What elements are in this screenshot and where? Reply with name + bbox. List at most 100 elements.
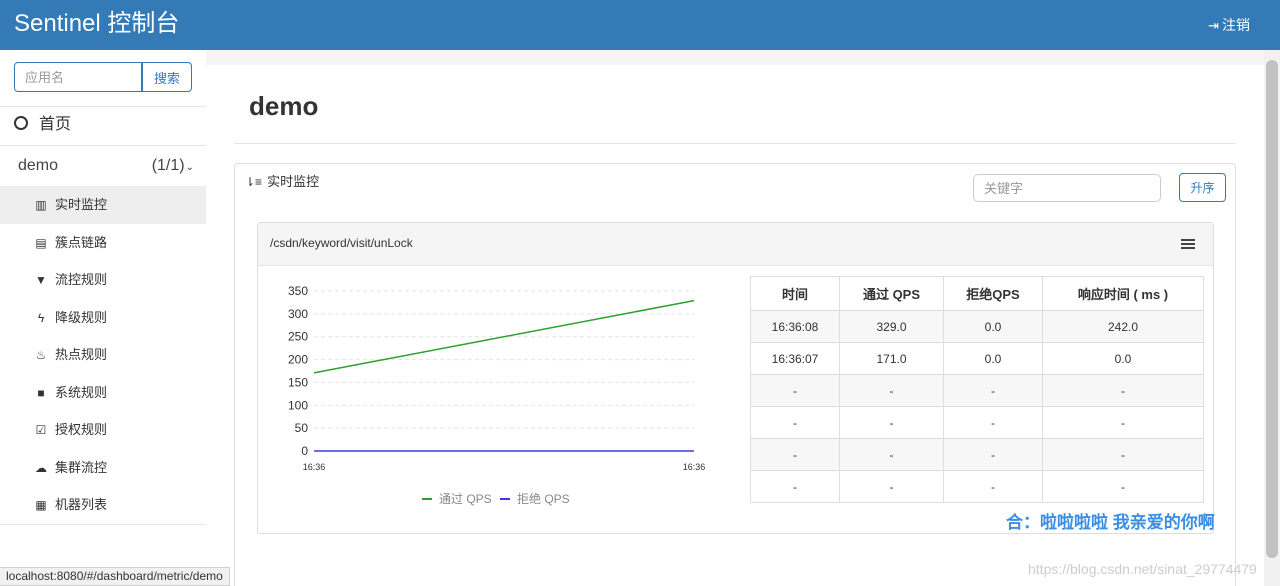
sort-asc-button[interactable]: 升序 bbox=[1179, 173, 1226, 202]
sidebar-item-label: 机器列表 bbox=[55, 497, 108, 512]
bar-chart-icon: ▥ bbox=[35, 198, 47, 212]
sidebar-item-th-list[interactable]: ▦ 机器列表 bbox=[0, 486, 206, 524]
app-menu: ▥ 实时监控 ▤ 簇点链路 ▼ 流控规则 ϟ 降级规则 ♨ 热点规则 ■ 系统规则 ☑ 授权规则 ☁ 集群流控… bbox=[0, 186, 206, 524]
keyword-search-input[interactable] bbox=[973, 174, 1161, 202]
y-tick-label: 350 bbox=[288, 284, 308, 298]
lock-icon: ■ bbox=[37, 385, 45, 400]
resource-name: /csdn/keyword/visit/unLock bbox=[270, 236, 413, 250]
cloud-icon: ☁ bbox=[35, 460, 47, 475]
table-cell: - bbox=[1042, 438, 1204, 471]
dashboard-icon bbox=[14, 116, 28, 130]
sidebar-item-filter[interactable]: ▼ 流控规则 bbox=[0, 261, 206, 299]
filter-icon: ▼ bbox=[35, 273, 47, 287]
column-header: 拒绝QPS bbox=[943, 276, 1043, 311]
table-cell: 329.0 bbox=[839, 310, 944, 343]
y-tick-label: 0 bbox=[301, 444, 308, 458]
logout-label: 注销 bbox=[1222, 17, 1250, 33]
sidebar: 搜索 首页 demo (1/1)⌄ ▥ 实时监控 ▤ 簇点链路 ▼ 流控规则 ϟ 降级规则 ♨ 热… bbox=[0, 50, 206, 586]
main-content: demo ⇂≡实时监控 升序 /csdn/keyword/visit/unLoc… bbox=[206, 65, 1264, 586]
page-title: demo bbox=[249, 91, 319, 121]
y-tick-label: 50 bbox=[295, 421, 309, 435]
sidebar-item-label: 流控规则 bbox=[55, 272, 108, 287]
sign-out-icon: ⇥ bbox=[1208, 18, 1219, 33]
sidebar-item-list[interactable]: ▤ 簇点链路 bbox=[0, 224, 206, 262]
sidebar-item-check[interactable]: ☑ 授权规则 bbox=[0, 411, 206, 449]
y-tick-label: 100 bbox=[288, 398, 308, 412]
sidebar-item-flash[interactable]: ϟ 降级规则 bbox=[0, 299, 206, 337]
y-tick-label: 200 bbox=[288, 353, 308, 367]
table-cell: - bbox=[839, 406, 944, 439]
table-row: 16:36:08 329.0 0.0 242.0 bbox=[750, 310, 1204, 343]
check-icon: ☑ bbox=[35, 423, 47, 437]
watermark-url: https://blog.csdn.net/sinat_29774479 bbox=[1028, 561, 1257, 577]
metrics-table: 时间 通过 QPS 拒绝QPS 响应时间 ( ms ) 16:36:08 329.0 0.… bbox=[750, 276, 1204, 503]
legend-label: 通过 QPS bbox=[439, 492, 492, 506]
sidebar-item-lock[interactable]: ■ 系统规则 bbox=[0, 374, 206, 412]
top-navbar: Sentinel 控制台 ⇥ 注销 bbox=[0, 0, 1280, 50]
home-label: 首页 bbox=[39, 116, 72, 133]
table-cell: - bbox=[750, 406, 840, 439]
app-name: demo bbox=[18, 157, 59, 174]
table-cell: - bbox=[943, 470, 1043, 503]
table-cell: - bbox=[943, 406, 1043, 439]
resource-card: /csdn/keyword/visit/unLock 0 50 100 150 200 2… bbox=[257, 222, 1214, 534]
qps-line-chart: 0 50 100 150 200 250 300 350 16:36 16:36 通过 QPS 拒绝 … bbox=[288, 284, 706, 506]
table-cell: - bbox=[839, 470, 944, 503]
logout-link[interactable]: ⇥ 注销 bbox=[1208, 15, 1250, 36]
resource-card-header: /csdn/keyword/visit/unLock bbox=[258, 223, 1213, 266]
sidebar-item-label: 热点规则 bbox=[55, 347, 108, 362]
sidebar-item-fire[interactable]: ♨ 热点规则 bbox=[0, 336, 206, 374]
table-row: 16:36:07 171.0 0.0 0.0 bbox=[750, 342, 1204, 375]
app-search-button[interactable]: 搜索 bbox=[142, 62, 192, 92]
sidebar-divider bbox=[0, 145, 206, 146]
sort-icon: ⇂≡ bbox=[245, 175, 263, 189]
sidebar-item-home[interactable]: 首页 bbox=[14, 114, 71, 136]
hamburger-menu-icon[interactable] bbox=[1181, 239, 1195, 250]
sidebar-item-bar-chart[interactable]: ▥ 实时监控 bbox=[0, 186, 206, 224]
table-cell: 16:36:08 bbox=[750, 310, 840, 343]
y-tick-label: 250 bbox=[288, 330, 308, 344]
sidebar-item-cloud[interactable]: ☁ 集群流控 bbox=[0, 449, 206, 487]
panel-title: ⇂≡ 实时监控 bbox=[245, 174, 320, 189]
table-cell: - bbox=[750, 438, 840, 471]
column-header: 时间 bbox=[750, 276, 840, 311]
column-header: 响应时间 ( ms ) bbox=[1042, 276, 1204, 311]
table-cell: - bbox=[750, 470, 840, 503]
sidebar-divider bbox=[0, 524, 206, 525]
legend-label: 拒绝 QPS bbox=[517, 491, 570, 506]
table-cell: 242.0 bbox=[1042, 310, 1204, 343]
browser-status-url: localhost:8080/#/dashboard/metric/demo bbox=[0, 567, 230, 586]
sidebar-divider bbox=[0, 106, 206, 107]
sidebar-item-label: 簇点链路 bbox=[55, 234, 108, 250]
title-divider bbox=[234, 143, 1236, 144]
app-search-input[interactable] bbox=[14, 62, 142, 92]
table-row: ---- bbox=[750, 406, 1204, 439]
table-cell: - bbox=[839, 374, 944, 407]
sidebar-app-demo[interactable]: demo (1/1)⌄ bbox=[18, 156, 194, 176]
app-title[interactable]: Sentinel 控制台 bbox=[14, 9, 179, 39]
y-tick-label: 300 bbox=[288, 307, 308, 321]
chevron-down-icon: ⌄ bbox=[185, 162, 194, 173]
table-cell: - bbox=[839, 438, 944, 471]
flash-icon: ϟ bbox=[37, 310, 45, 325]
table-cell: - bbox=[943, 438, 1043, 471]
table-row: ---- bbox=[750, 374, 1204, 407]
table-cell: 0.0 bbox=[943, 342, 1043, 375]
sidebar-item-label: 实时监控 bbox=[55, 197, 108, 212]
sidebar-item-label: 集群流控 bbox=[55, 459, 108, 475]
table-cell: - bbox=[750, 374, 840, 407]
sidebar-item-label: 授权规则 bbox=[55, 422, 108, 437]
column-header: 通过 QPS bbox=[839, 276, 944, 311]
th-list-icon: ▦ bbox=[35, 498, 47, 512]
scrollbar-thumb[interactable] bbox=[1266, 60, 1278, 558]
page-scrollbar[interactable] bbox=[1264, 50, 1280, 586]
y-tick-label: 150 bbox=[288, 375, 308, 389]
x-tick-label: 16:36 bbox=[683, 462, 706, 472]
x-tick-label: 16:36 bbox=[303, 462, 326, 472]
table-cell: 171.0 bbox=[839, 342, 944, 375]
table-cell: - bbox=[1042, 470, 1204, 503]
app-machine-count: (1/1)⌄ bbox=[151, 157, 194, 174]
table-row: ---- bbox=[750, 438, 1204, 471]
list-icon: ▤ bbox=[35, 235, 47, 250]
table-row: ---- bbox=[750, 470, 1204, 503]
